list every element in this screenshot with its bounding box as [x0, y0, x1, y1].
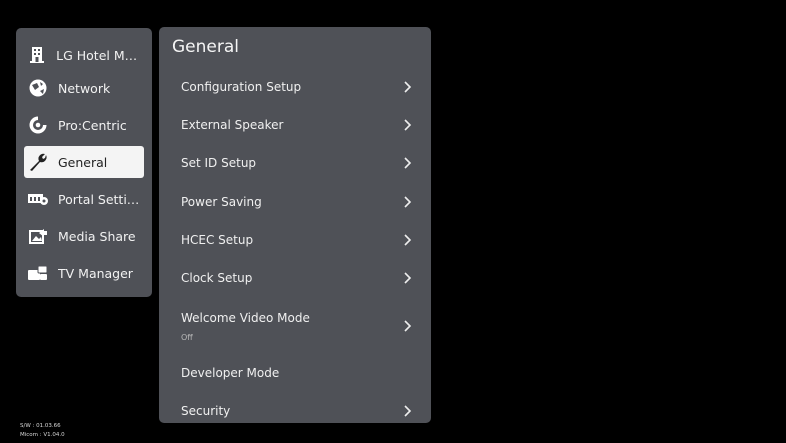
- media-share-icon: [27, 225, 49, 247]
- sidebar-item-label: Network: [58, 80, 111, 96]
- menu-item-set-id-setup[interactable]: Set ID Setup: [181, 148, 413, 178]
- building-icon: [27, 44, 47, 66]
- sidebar-item-label: LG Hotel Mod...: [56, 47, 144, 63]
- menu-item-configuration-setup[interactable]: Configuration Setup: [181, 72, 413, 102]
- menu-item-label: HCEC Setup: [181, 233, 254, 247]
- procentric-icon: [27, 114, 49, 136]
- menu-item-label: External Speaker: [181, 118, 284, 132]
- menu-item-label: Clock Setup: [181, 271, 253, 285]
- tv-manager-icon: [27, 262, 49, 284]
- chevron-right-icon: [404, 81, 412, 93]
- menu-item-power-saving[interactable]: Power Saving: [181, 187, 413, 217]
- menu-item-hcec-setup[interactable]: HCEC Setup: [181, 225, 413, 255]
- menu-item-value: Off: [181, 333, 193, 342]
- network-globe-icon: [27, 77, 49, 99]
- menu-item-label: Security: [181, 404, 231, 418]
- menu-item-label: Welcome Video Mode: [181, 311, 310, 325]
- sidebar-item-tv-manager[interactable]: TV Manager: [24, 257, 144, 289]
- category-sidebar: LG Hotel Mod... Network Pro:Centric Gene…: [16, 28, 152, 297]
- menu-item-external-speaker[interactable]: External Speaker: [181, 110, 413, 140]
- micom-version: Micom : V1.04.0: [20, 432, 65, 438]
- sidebar-item-media-share[interactable]: Media Share: [24, 220, 144, 252]
- wrench-icon: [27, 151, 49, 173]
- software-version: S/W : 01.03.66: [20, 423, 61, 429]
- menu-item-label: Set ID Setup: [181, 156, 257, 170]
- menu-item-developer-mode[interactable]: Developer Mode: [181, 358, 413, 388]
- chevron-right-icon: [404, 405, 412, 417]
- sidebar-item-portal-settings[interactable]: Portal Settings: [24, 183, 144, 215]
- general-settings-panel: General Configuration Setup External Spe…: [159, 27, 431, 423]
- portal-settings-icon: [27, 188, 49, 210]
- sidebar-item-network[interactable]: Network: [24, 72, 144, 104]
- menu-item-welcome-video-mode[interactable]: Welcome Video Mode Off: [181, 307, 413, 345]
- sidebar-item-procentric[interactable]: Pro:Centric: [24, 109, 144, 141]
- panel-title: General: [172, 37, 239, 57]
- sidebar-item-general[interactable]: General: [24, 146, 144, 178]
- sidebar-item-lg-hotel-mode[interactable]: LG Hotel Mod...: [24, 39, 144, 71]
- chevron-right-icon: [404, 272, 412, 284]
- chevron-right-icon: [404, 157, 412, 169]
- sidebar-item-label: General: [58, 154, 108, 170]
- chevron-right-icon: [404, 320, 412, 332]
- menu-item-clock-setup[interactable]: Clock Setup: [181, 263, 413, 293]
- chevron-right-icon: [404, 234, 412, 246]
- sidebar-item-label: TV Manager: [58, 265, 133, 281]
- menu-item-security[interactable]: Security: [181, 396, 413, 423]
- menu-item-label: Configuration Setup: [181, 80, 302, 94]
- chevron-right-icon: [404, 119, 412, 131]
- menu-item-label: Developer Mode: [181, 366, 280, 380]
- sidebar-item-label: Media Share: [58, 228, 136, 244]
- menu-item-label: Power Saving: [181, 195, 262, 209]
- chevron-right-icon: [404, 196, 412, 208]
- sidebar-item-label: Portal Settings: [58, 191, 144, 207]
- sidebar-item-label: Pro:Centric: [58, 117, 127, 133]
